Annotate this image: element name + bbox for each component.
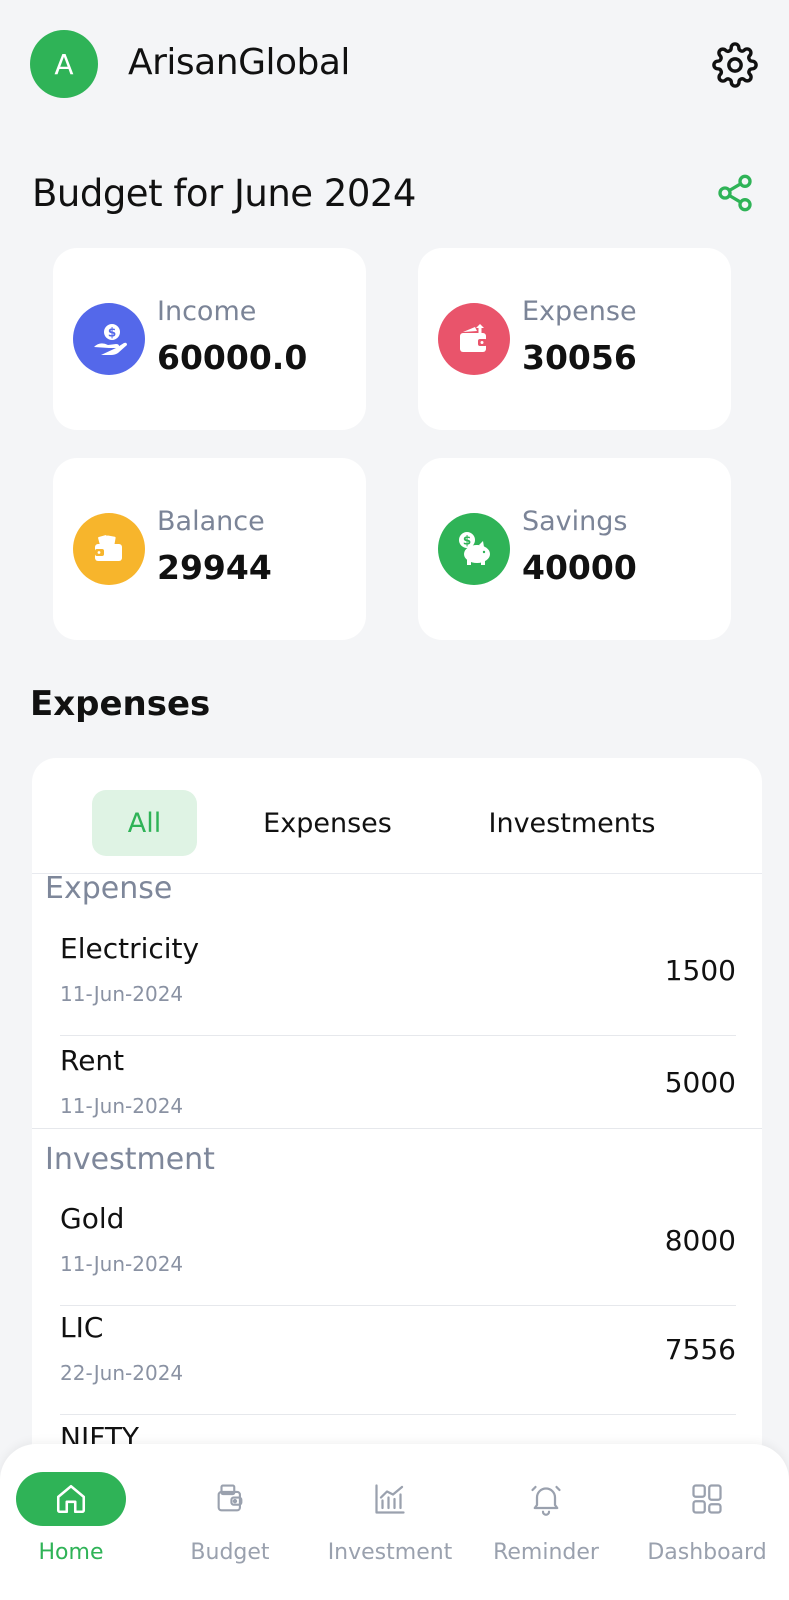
avatar-letter: A bbox=[54, 47, 74, 81]
group-divider bbox=[32, 1128, 762, 1129]
nav-item-dashboard[interactable]: Dashboard bbox=[640, 1444, 774, 1600]
expenses-section-title: Expenses bbox=[30, 684, 211, 724]
group-title-expense: Expense bbox=[45, 871, 173, 906]
item-amount: 7556 bbox=[664, 1333, 736, 1366]
item-date: 11-Jun-2024 bbox=[60, 1094, 184, 1118]
nav-label-investment: Investment bbox=[327, 1540, 453, 1565]
list-item[interactable]: LIC 22-Jun-2024 7556 bbox=[60, 1303, 736, 1415]
item-date: 11-Jun-2024 bbox=[60, 982, 184, 1006]
savings-card[interactable]: $ Savings 40000 bbox=[418, 458, 731, 640]
balance-label: Balance bbox=[157, 506, 265, 537]
expense-label: Expense bbox=[522, 296, 637, 327]
balance-value: 29944 bbox=[157, 548, 272, 587]
income-card[interactable]: $ Income 60000.0 bbox=[53, 248, 366, 430]
item-date: 11-Jun-2024 bbox=[60, 1252, 184, 1276]
nav-item-home[interactable]: Home bbox=[0, 1444, 142, 1600]
investment-chart-icon bbox=[335, 1472, 445, 1526]
tab-investments[interactable]: Investments bbox=[482, 790, 662, 856]
nav-label-reminder: Reminder bbox=[493, 1540, 599, 1565]
item-name: Gold bbox=[60, 1202, 125, 1235]
bottom-nav: Home Budget Investment Reminder Dashboar… bbox=[0, 1444, 789, 1600]
share-icon[interactable] bbox=[715, 173, 755, 213]
item-name: Rent bbox=[60, 1044, 125, 1077]
balance-wallet-icon bbox=[73, 513, 145, 585]
expense-wallet-icon bbox=[438, 303, 510, 375]
list-item[interactable]: Gold 11-Jun-2024 8000 bbox=[60, 1194, 736, 1306]
tab-expenses[interactable]: Expenses bbox=[250, 790, 405, 856]
budget-wallet-icon bbox=[175, 1472, 285, 1526]
nav-label-budget: Budget bbox=[190, 1540, 270, 1565]
avatar[interactable]: A bbox=[30, 30, 98, 98]
svg-text:$: $ bbox=[463, 534, 471, 548]
home-icon bbox=[16, 1472, 126, 1526]
item-name: Electricity bbox=[60, 932, 200, 965]
nav-label-home: Home bbox=[38, 1540, 104, 1565]
item-amount: 1500 bbox=[664, 954, 736, 987]
nav-item-reminder[interactable]: Reminder bbox=[484, 1444, 608, 1600]
item-amount: 5000 bbox=[664, 1066, 736, 1099]
bell-icon bbox=[491, 1472, 601, 1526]
list-item[interactable]: Rent 11-Jun-2024 5000 bbox=[60, 1036, 736, 1148]
list-item[interactable]: Electricity 11-Jun-2024 1500 bbox=[60, 924, 736, 1036]
item-amount: 8000 bbox=[664, 1224, 736, 1257]
item-name: LIC bbox=[60, 1311, 104, 1344]
income-label: Income bbox=[157, 296, 257, 327]
nav-item-budget[interactable]: Budget bbox=[160, 1444, 300, 1600]
savings-label: Savings bbox=[522, 506, 628, 537]
budget-title: Budget for June 2024 bbox=[32, 172, 416, 215]
item-date: 22-Jun-2024 bbox=[60, 1361, 184, 1385]
expense-tabs: All Expenses Investments bbox=[32, 758, 762, 874]
nav-item-investment[interactable]: Investment bbox=[322, 1444, 458, 1600]
dashboard-grid-icon bbox=[652, 1472, 762, 1526]
income-value: 60000.0 bbox=[157, 338, 308, 377]
balance-card[interactable]: Balance 29944 bbox=[53, 458, 366, 640]
expense-card[interactable]: Expense 30056 bbox=[418, 248, 731, 430]
income-hand-dollar-icon: $ bbox=[73, 303, 145, 375]
group-title-investment: Investment bbox=[45, 1142, 215, 1177]
app-header: A ArisanGlobal bbox=[0, 0, 789, 130]
savings-value: 40000 bbox=[522, 548, 637, 587]
savings-piggy-icon: $ bbox=[438, 513, 510, 585]
svg-text:$: $ bbox=[108, 326, 116, 340]
tab-all[interactable]: All bbox=[92, 790, 197, 856]
expense-value: 30056 bbox=[522, 338, 637, 377]
settings-gear-icon[interactable] bbox=[712, 42, 758, 88]
app-name: ArisanGlobal bbox=[128, 42, 350, 83]
nav-label-dashboard: Dashboard bbox=[647, 1540, 767, 1565]
